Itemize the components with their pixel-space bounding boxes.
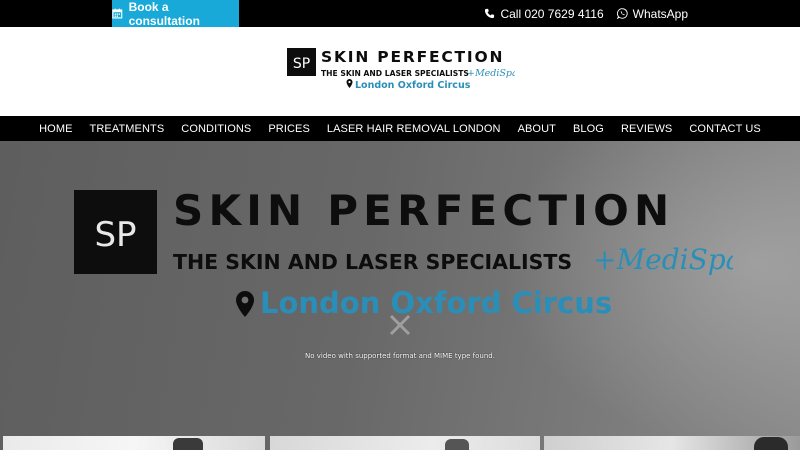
hero-logo-location: London Oxford Circus bbox=[260, 286, 612, 320]
treatment-thumbnails bbox=[0, 436, 800, 450]
hero-section: SP SKIN PERFECTION THE SKIN AND LASER SP… bbox=[0, 141, 800, 450]
main-nav: HOME TREATMENTS CONDITIONS PRICES LASER HAIR… bbox=[0, 116, 800, 141]
thumbnail-2[interactable] bbox=[270, 436, 540, 450]
hero-logo: SP SKIN PERFECTION THE SKIN AND LASER SP… bbox=[74, 188, 733, 320]
phone-icon bbox=[485, 8, 495, 19]
hero-logo-medispa: +MediSpa bbox=[593, 243, 733, 276]
call-link[interactable]: Call 020 7629 4116 bbox=[484, 6, 604, 21]
whatsapp-icon bbox=[616, 8, 628, 19]
header-logo-area: SP SKIN PERFECTION THE SKIN AND LASER SP… bbox=[0, 27, 800, 116]
nav-item-reviews[interactable]: REVIEWS bbox=[612, 123, 680, 135]
logo-name: SKIN PERFECTION bbox=[321, 48, 504, 66]
nav-item-about[interactable]: ABOUT bbox=[509, 123, 564, 135]
logo-initials: SP bbox=[293, 56, 310, 72]
nav-item-laser-hair-removal-london[interactable]: LASER HAIR REMOVAL LONDON bbox=[318, 123, 509, 135]
hero-logo-tagline: THE SKIN AND LASER SPECIALISTS bbox=[173, 250, 572, 274]
call-label: Call 020 7629 4116 bbox=[500, 6, 604, 21]
whatsapp-label: WhatsApp bbox=[632, 6, 688, 21]
map-pin-icon bbox=[346, 79, 353, 88]
nav-item-contact-us[interactable]: CONTACT US bbox=[681, 123, 770, 135]
logo-medispa: +MediSpa bbox=[467, 68, 515, 79]
site-logo[interactable]: SP SKIN PERFECTION THE SKIN AND LASER SP… bbox=[287, 47, 515, 97]
calendar-icon bbox=[112, 8, 123, 19]
book-consultation-button[interactable]: Book a consultation bbox=[112, 0, 239, 28]
video-fallback-message: No video with supported format and MIME … bbox=[305, 352, 495, 360]
nav-item-conditions[interactable]: CONDITIONS bbox=[173, 123, 260, 135]
hero-logo-name: SKIN PERFECTION bbox=[173, 188, 674, 235]
nav-item-treatments[interactable]: TREATMENTS bbox=[81, 123, 173, 135]
hero-logo-initials: SP bbox=[94, 215, 136, 255]
logo-tagline: THE SKIN AND LASER SPECIALISTS bbox=[321, 69, 469, 78]
contact-links: Call 020 7629 4116 WhatsApp bbox=[484, 0, 688, 27]
logo-location: London Oxford Circus bbox=[355, 80, 471, 91]
nav-item-home[interactable]: HOME bbox=[31, 123, 81, 135]
whatsapp-link[interactable]: WhatsApp bbox=[616, 6, 688, 21]
thumbnail-1[interactable] bbox=[3, 436, 265, 450]
book-consultation-label: Book a consultation bbox=[128, 0, 200, 28]
nav-item-prices[interactable]: PRICES bbox=[260, 123, 319, 135]
nav-item-blog[interactable]: BLOG bbox=[564, 123, 612, 135]
close-icon[interactable] bbox=[388, 313, 412, 337]
thumbnail-3[interactable] bbox=[544, 436, 800, 450]
top-bar: Book a consultation Call 020 7629 4116 W… bbox=[0, 0, 800, 28]
hero-map-pin-icon bbox=[236, 291, 254, 317]
